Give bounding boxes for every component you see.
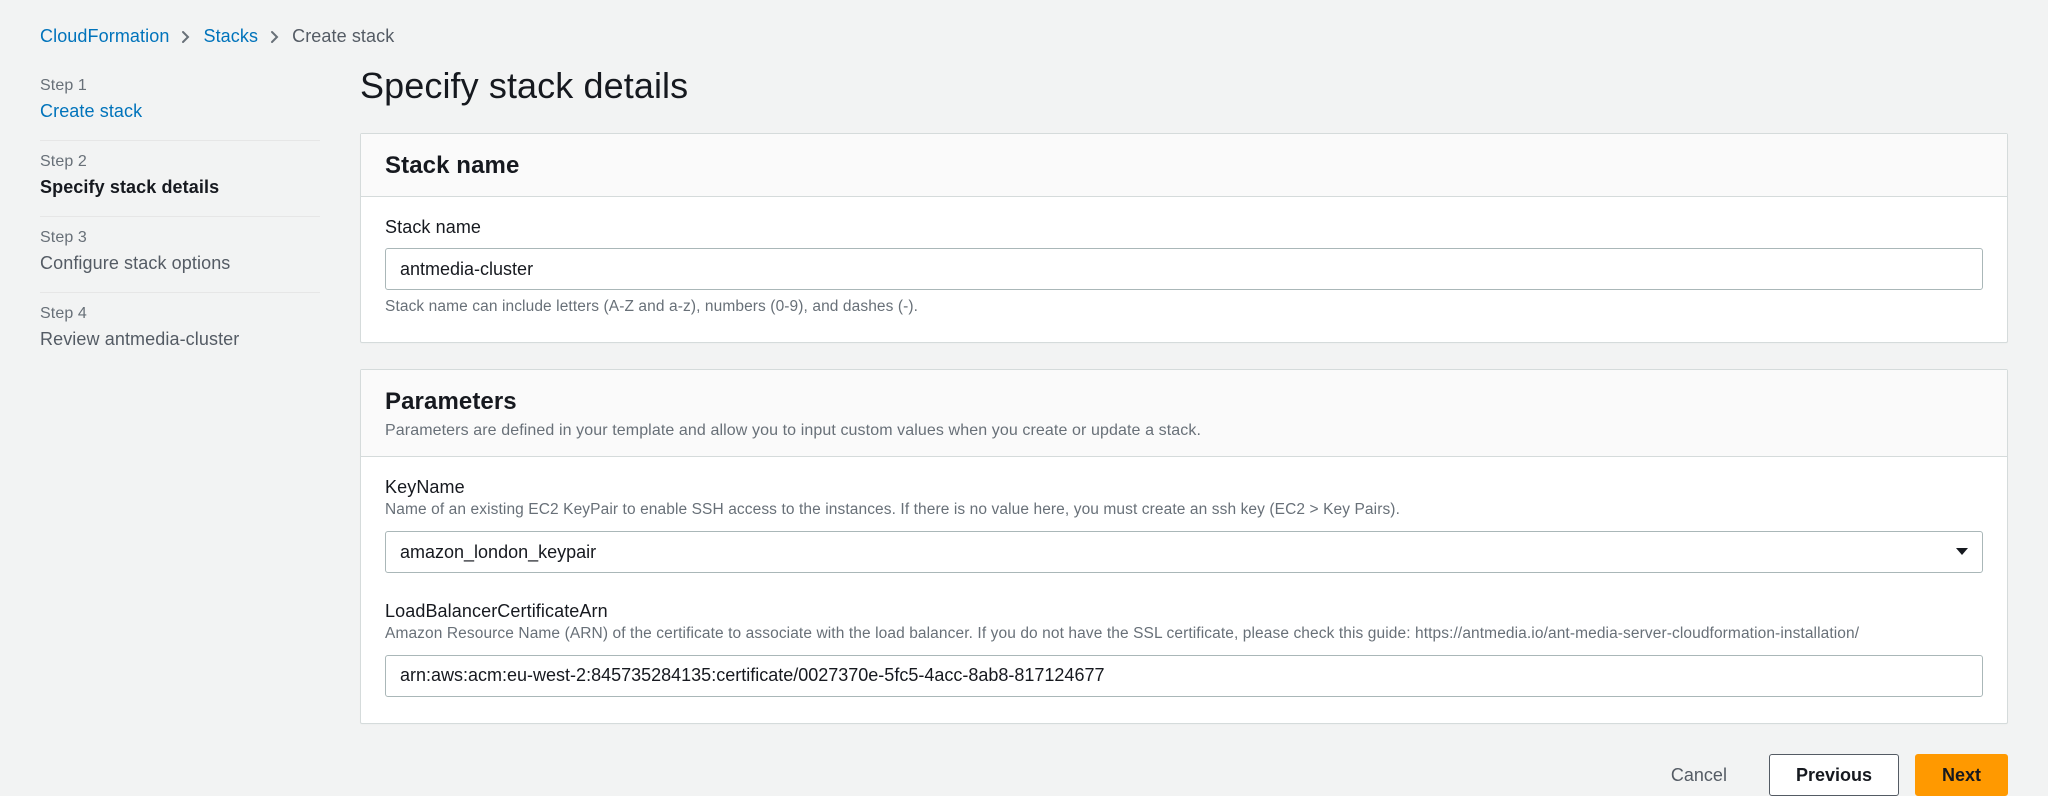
breadcrumb-stacks[interactable]: Stacks [203, 26, 258, 47]
param-lbcertarn-label: LoadBalancerCertificateArn [385, 601, 1983, 622]
panel-header: Stack name [361, 134, 2007, 197]
panel-header: Parameters Parameters are defined in you… [361, 370, 2007, 457]
wizard-step-number: Step 4 [40, 305, 320, 323]
parameters-heading: Parameters [385, 388, 1983, 416]
wizard-step-number: Step 2 [40, 153, 320, 171]
wizard-step-title: Specify stack details [40, 177, 320, 198]
parameters-subheading: Parameters are defined in your template … [385, 422, 1983, 440]
wizard-step-title: Create stack [40, 101, 320, 122]
wizard-steps: Step 1 Create stack Step 2 Specify stack… [40, 61, 320, 368]
param-lbcertarn-input[interactable] [385, 655, 1983, 697]
wizard-footer: Cancel Previous Next [360, 750, 2008, 796]
page-title: Specify stack details [360, 65, 2008, 107]
wizard-step-number: Step 1 [40, 77, 320, 95]
main-content: Specify stack details Stack name Stack n… [360, 61, 2008, 796]
wizard-step-1[interactable]: Step 1 Create stack [40, 65, 320, 141]
breadcrumb-cloudformation[interactable]: CloudFormation [40, 26, 169, 47]
stack-name-heading: Stack name [385, 152, 1983, 180]
previous-button[interactable]: Previous [1769, 754, 1899, 796]
wizard-step-2: Step 2 Specify stack details [40, 141, 320, 217]
wizard-step-4: Step 4 Review antmedia-cluster [40, 293, 320, 368]
stack-name-hint: Stack name can include letters (A-Z and … [385, 298, 1983, 316]
param-keyname-label: KeyName [385, 477, 1983, 498]
chevron-right-icon [270, 30, 280, 44]
param-keyname-select[interactable]: amazon_london_keypair [385, 531, 1983, 573]
wizard-step-3: Step 3 Configure stack options [40, 217, 320, 293]
wizard-step-title: Configure stack options [40, 253, 320, 274]
parameters-panel: Parameters Parameters are defined in you… [360, 369, 2008, 724]
param-lbcertarn-desc: Amazon Resource Name (ARN) of the certif… [385, 624, 1983, 645]
chevron-right-icon [181, 30, 191, 44]
stack-name-panel: Stack name Stack name Stack name can inc… [360, 133, 2008, 343]
stack-name-label: Stack name [385, 217, 1983, 238]
breadcrumb: CloudFormation Stacks Create stack [40, 26, 2008, 47]
next-button[interactable]: Next [1915, 754, 2008, 796]
param-keyname-desc: Name of an existing EC2 KeyPair to enabl… [385, 500, 1983, 521]
wizard-step-number: Step 3 [40, 229, 320, 247]
wizard-step-title: Review antmedia-cluster [40, 329, 320, 350]
stack-name-input[interactable] [385, 248, 1983, 290]
breadcrumb-current: Create stack [292, 26, 394, 47]
cancel-button[interactable]: Cancel [1645, 754, 1753, 796]
